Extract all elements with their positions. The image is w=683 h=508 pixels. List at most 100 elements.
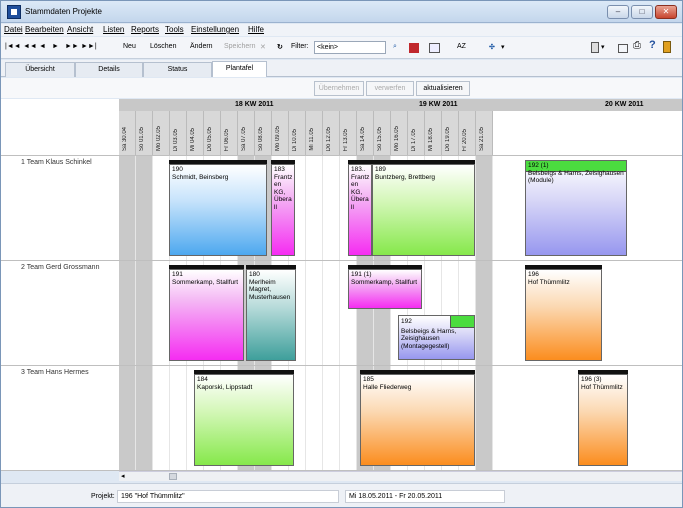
tab-plantafel[interactable]: Plantafel	[212, 61, 267, 77]
project-label: Projekt:	[91, 493, 115, 500]
menu-listen[interactable]: Listen	[103, 25, 124, 34]
project-block-183-cont[interactable]: 183.. Frantz en KG, Übera ll	[348, 164, 372, 256]
day-label: Do 05.05	[207, 126, 213, 151]
project-text: Buntzberg, Brettberg	[375, 173, 435, 181]
day-header: Sa 21.05	[476, 111, 493, 155]
prev-record-icon[interactable]: ◄	[39, 43, 46, 50]
menu-reports[interactable]: Reports	[131, 25, 159, 34]
day-label: Sa 30.04	[122, 126, 128, 151]
project-block-180[interactable]: 180 Merlheim Magret, Musterhausen	[246, 269, 296, 361]
app-icon	[7, 5, 21, 19]
tab-details[interactable]: Details	[75, 62, 143, 77]
refresh-icon[interactable]: ↻	[277, 43, 283, 51]
day-header: Mi 18.05	[425, 111, 442, 155]
day-label: Do 19.05	[445, 126, 451, 151]
close-icon[interactable]: ✕	[655, 5, 677, 19]
columns-icon[interactable]	[429, 43, 440, 53]
day-header: Sa 30.04	[119, 111, 136, 155]
day-header: Do 12.05	[323, 111, 340, 155]
project-block-189[interactable]: 189 Buntzberg, Brettberg	[372, 164, 475, 256]
refresh-button[interactable]: aktualisieren	[416, 81, 470, 96]
new-button[interactable]: Neu	[123, 43, 136, 50]
day-header: So 15.05	[374, 111, 391, 155]
next-page-icon[interactable]: ►►	[65, 43, 79, 50]
project-text: Belsbeigs & Harns, Zeisighausen (Montage…	[401, 327, 457, 350]
menu-hilfe[interactable]: Hilfe	[248, 25, 264, 34]
project-block-191-1[interactable]: 191 (1) Sommerkamp, Stallfurt	[348, 269, 422, 309]
project-id: 196 (3)	[581, 376, 602, 383]
menu-tools[interactable]: Tools	[165, 25, 184, 34]
project-block-185[interactable]: 185 Halle Fliederweg	[360, 374, 475, 466]
tab-uebersicht[interactable]: Übersicht	[5, 62, 75, 77]
help-icon[interactable]: ?	[649, 39, 656, 51]
project-block-183[interactable]: 183 Frantz en KG, Übera ll	[271, 164, 295, 256]
project-text: Schmidt, Beinsberg	[172, 173, 229, 181]
project-id: 191 (1)	[351, 271, 372, 278]
cancel-icon[interactable]: ✕	[260, 43, 266, 51]
next-record-icon[interactable]: ►	[52, 43, 59, 50]
calculator-icon[interactable]	[591, 42, 599, 53]
minimize-icon[interactable]: –	[607, 5, 629, 19]
edit-button[interactable]: Ändern	[190, 43, 213, 50]
discard-button[interactable]: verwerfen	[366, 81, 414, 96]
project-field: 196 "Hof Thümmlitz"	[117, 490, 339, 503]
tab-status[interactable]: Status	[143, 62, 212, 77]
menu-bar: Datei Bearbeiten Ansicht Listen Reports …	[1, 24, 682, 36]
maximize-icon[interactable]: □	[631, 5, 653, 19]
day-label: Di 17.05	[411, 128, 417, 151]
project-id: 183	[274, 166, 285, 173]
day-label: Di 03.05	[173, 128, 179, 151]
project-id: 192	[401, 318, 412, 325]
day-label: Mi 11.05	[309, 128, 315, 151]
day-label: Mo 02.05	[156, 125, 162, 151]
filter-apply-icon[interactable]: ⌕	[393, 43, 397, 51]
project-block-190[interactable]: 190 Schmidt, Beinsberg	[169, 164, 267, 256]
project-block-196-3[interactable]: 196 (3) Hof Thümmlitz	[578, 374, 628, 466]
menu-einstellungen[interactable]: Einstellungen	[191, 25, 239, 34]
project-block-196[interactable]: 196 Hof Thümmlitz	[525, 269, 602, 361]
project-text: Halle Fliederweg	[363, 383, 412, 391]
day-header: Sa 14.05	[357, 111, 374, 155]
prev-page-icon[interactable]: ◄◄	[23, 43, 37, 50]
horizontal-scrollbar[interactable]: ◂	[119, 471, 682, 481]
planning-board: 18 KW 2011 19 KW 2011 20 KW 2011 Sa 30.0…	[1, 99, 682, 471]
dropdown-arrow-icon[interactable]: ▾	[501, 43, 505, 51]
project-text: Frantz en KG, Übera ll	[351, 173, 370, 211]
day-header: Di 17.05	[408, 111, 425, 155]
binoculars-icon[interactable]: ✣	[489, 43, 495, 51]
tab-bar: Übersicht Details Status Plantafel	[1, 60, 682, 77]
scroll-thumb[interactable]	[169, 473, 177, 480]
sort-az-icon[interactable]: AZ	[457, 43, 466, 50]
day-header: Mi 04.05	[187, 111, 204, 155]
project-block-192-1[interactable]: 192 (1) Belsbeigs & Harns, Zeisighausen …	[525, 160, 627, 256]
project-text: Sommerkamp, Stallfurt	[172, 278, 239, 286]
project-block-191[interactable]: 191 Sommerkamp, Stallfurt	[169, 269, 244, 361]
team-label-2: 2 Team Gerd Grossmann	[21, 264, 100, 271]
save-button[interactable]: Speichern	[224, 43, 256, 50]
week-20-label: 20 KW 2011	[605, 101, 644, 108]
scroll-left-icon[interactable]: ◂	[121, 472, 125, 480]
last-record-icon[interactable]: ►►|	[81, 43, 97, 50]
menu-datei[interactable]: Datei	[4, 25, 23, 34]
apply-button[interactable]: Übernehmen	[314, 81, 364, 96]
project-block-184[interactable]: 184 Kaporski, Lippstadt	[194, 374, 294, 466]
bookmark-icon[interactable]	[409, 43, 419, 53]
row-divider	[1, 155, 682, 156]
print-icon[interactable]: ⎙	[633, 40, 641, 51]
project-id: 185	[363, 376, 374, 383]
project-id: 180	[249, 271, 260, 278]
calculator-dropdown-icon[interactable]: ▾	[601, 43, 605, 51]
exit-icon[interactable]	[663, 41, 671, 53]
day-header: Do 05.05	[204, 111, 221, 155]
day-header: Di 10.05	[289, 111, 306, 155]
first-record-icon[interactable]: |◄◄	[5, 43, 21, 50]
week-19-label: 19 KW 2011	[419, 101, 458, 108]
menu-bearbeiten[interactable]: Bearbeiten	[25, 25, 64, 34]
day-header: Mi 11.05	[306, 111, 323, 155]
menu-ansicht[interactable]: Ansicht	[67, 25, 93, 34]
filter-combo[interactable]: <kein>	[314, 41, 386, 54]
day-label: So 01.05	[139, 126, 145, 151]
preview-icon[interactable]	[618, 44, 628, 53]
delete-button[interactable]: Löschen	[150, 43, 176, 50]
project-block-192[interactable]: 192 Belsbeigs & Harns, Zeisighausen (Mon…	[398, 315, 475, 360]
